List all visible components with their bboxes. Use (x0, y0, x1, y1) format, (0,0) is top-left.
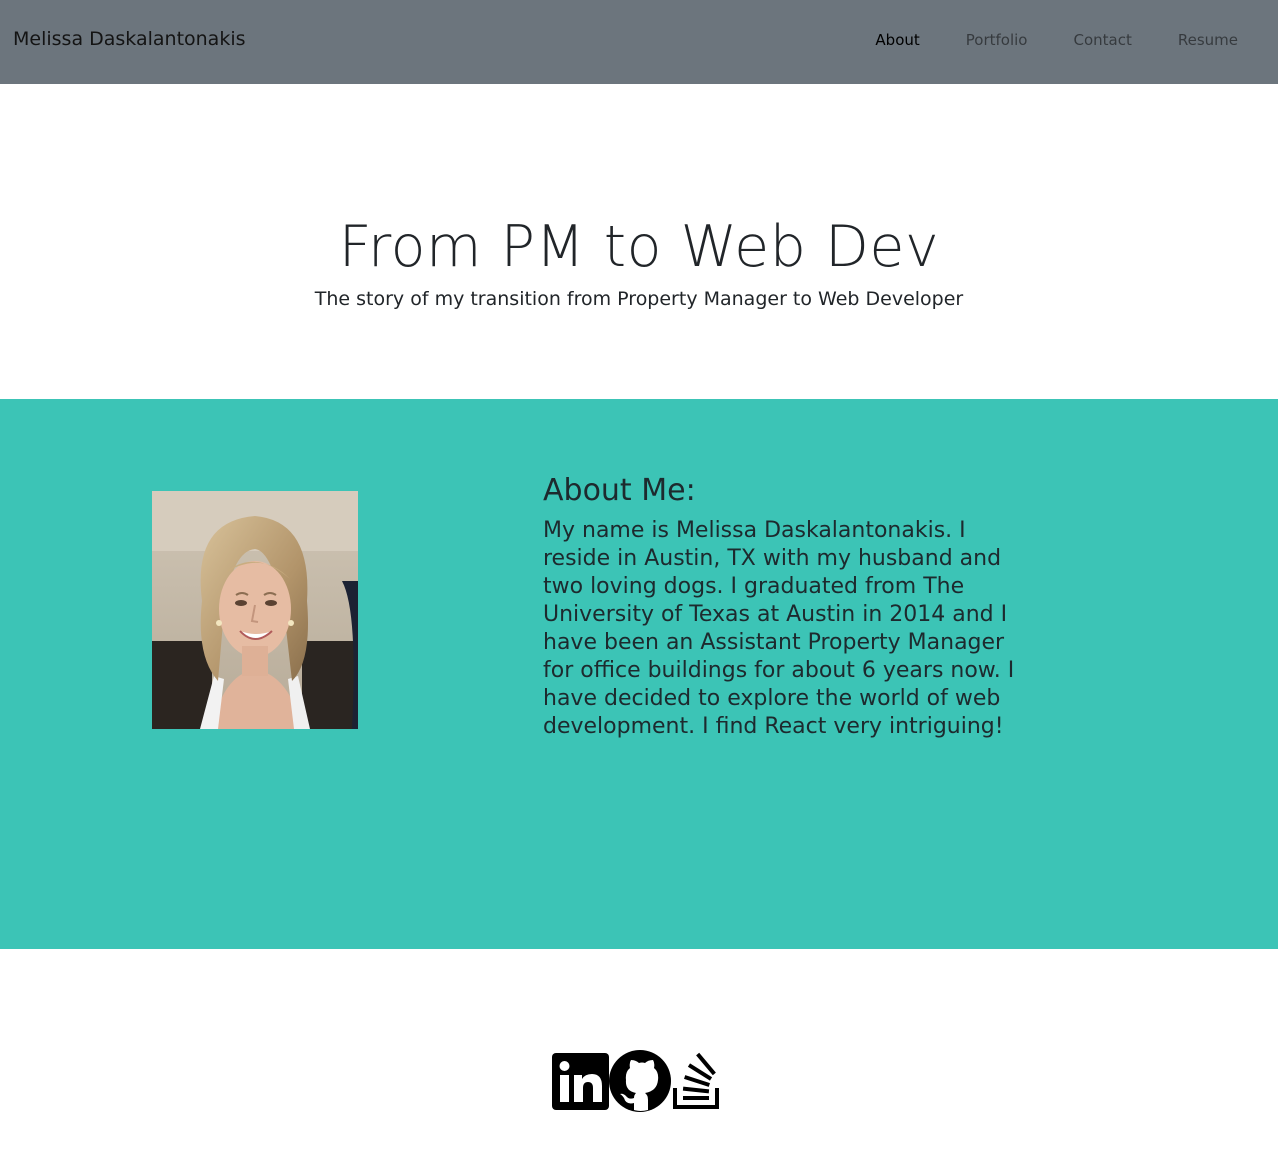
footer (0, 949, 1278, 1174)
github-icon (609, 1050, 671, 1112)
github-link[interactable] (609, 1050, 671, 1116)
social-links (552, 1050, 723, 1116)
page-subtitle: The story of my transition from Property… (314, 288, 964, 310)
nav-link-portfolio[interactable]: Portfolio (966, 31, 1028, 49)
linkedin-link[interactable] (552, 1052, 609, 1114)
stackoverflow-link[interactable] (671, 1052, 723, 1114)
stackoverflow-icon (673, 1052, 719, 1109)
nav-links: About Portfolio Contact Resume (829, 31, 1238, 49)
about-body-text: My name is Melissa Daskalantonakis. I re… (543, 518, 1015, 739)
navbar: Melissa Daskalantonakis About Portfolio … (0, 0, 1278, 84)
about-section: About Me: My name is Melissa Daskalanton… (0, 399, 1278, 949)
linkedin-icon (552, 1052, 609, 1110)
nav-link-contact[interactable]: Contact (1074, 31, 1132, 49)
nav-link-resume[interactable]: Resume (1178, 31, 1238, 49)
profile-photo (152, 491, 358, 729)
page-title: From PM to Web Dev (338, 214, 940, 280)
brand-link[interactable]: Melissa Daskalantonakis (13, 28, 246, 50)
nav-link-about[interactable]: About (875, 31, 919, 49)
about-heading: About Me: (543, 473, 696, 508)
hero-jumbotron: From PM to Web Dev The story of my trans… (0, 84, 1278, 399)
